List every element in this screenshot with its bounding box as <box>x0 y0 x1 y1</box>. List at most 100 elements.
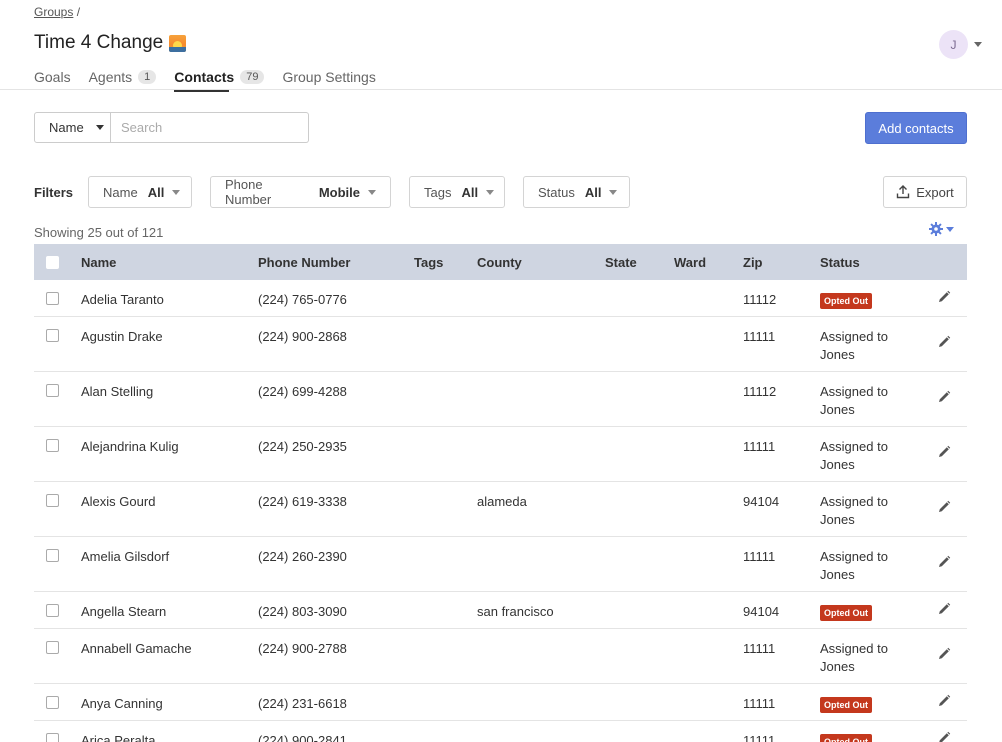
tab-agents[interactable]: Agents 1 <box>89 64 157 90</box>
column-header-county[interactable]: County <box>477 255 522 270</box>
status-badge: Opted Out <box>820 291 872 309</box>
cell-name: Adelia Taranto <box>81 292 164 307</box>
filter-status[interactable]: Status All <box>523 176 630 208</box>
status-text: Assigned to Jones <box>820 549 888 582</box>
export-label: Export <box>916 184 954 200</box>
opted-out-badge: Opted Out <box>820 605 872 621</box>
tab-contacts[interactable]: Contacts 79 <box>174 64 265 92</box>
edit-pencil-icon[interactable] <box>937 335 951 349</box>
avatar[interactable]: J <box>939 30 968 59</box>
tab-count-badge: 1 <box>138 70 157 84</box>
upload-icon <box>897 185 910 199</box>
row-checkbox[interactable] <box>46 696 59 709</box>
cell-zip: 11111 <box>743 549 776 564</box>
status-badge: Opted Out <box>820 603 872 621</box>
column-header-zip[interactable]: Zip <box>743 255 763 270</box>
column-settings-button[interactable] <box>929 222 954 236</box>
edit-pencil-icon[interactable] <box>937 731 951 742</box>
page-title: Time 4 Change <box>34 32 187 54</box>
column-header-tags[interactable]: Tags <box>414 255 443 270</box>
cell-name: Amelia Gilsdorf <box>81 549 170 564</box>
search-field-select[interactable]: Name <box>34 112 111 143</box>
filter-status-label: Status <box>538 184 575 200</box>
contacts-table: Name Phone Number Tags County State Ward… <box>34 244 967 742</box>
filter-status-value: All <box>584 184 602 200</box>
row-checkbox[interactable] <box>46 494 59 507</box>
row-checkbox[interactable] <box>46 384 59 397</box>
filter-name[interactable]: Name All <box>88 176 192 208</box>
status-badge: Opted Out <box>820 695 872 713</box>
cell-phone: (224) 900-2841 <box>258 733 347 742</box>
row-checkbox[interactable] <box>46 292 59 305</box>
chevron-down-icon <box>96 125 104 130</box>
breadcrumb-link-groups[interactable]: Groups <box>34 5 73 19</box>
cell-zip: 11111 <box>743 696 776 711</box>
chevron-down-icon <box>368 189 376 195</box>
filter-phone-number[interactable]: Phone Number Mobile <box>210 176 391 208</box>
cell-zip: 11111 <box>743 641 776 656</box>
edit-pencil-icon[interactable] <box>937 555 951 569</box>
table-row[interactable]: Adelia Taranto (224) 765-0776 11112 Opted O… <box>34 280 967 317</box>
chevron-down-icon[interactable] <box>974 42 982 47</box>
filter-name-label: Name <box>103 184 138 200</box>
cell-phone: (224) 250-2935 <box>258 439 347 454</box>
table-row[interactable]: Angella Stearn (224) 803-3090 san francisc… <box>34 592 967 629</box>
user-menu[interactable]: J <box>939 30 982 59</box>
column-header-ward[interactable]: Ward <box>674 255 706 270</box>
cell-name: Alejandrina Kulig <box>81 439 179 454</box>
tab-label: Contacts <box>174 69 235 85</box>
table-row[interactable]: Amelia Gilsdorf (224) 260-2390 11111 Assign… <box>34 537 967 592</box>
edit-pencil-icon[interactable] <box>937 445 951 459</box>
table-row[interactable]: Alan Stelling (224) 699-4288 11112 Assigned… <box>34 372 967 427</box>
table-row[interactable]: Arica Peralta (224) 900-2841 11111 Opted Ou… <box>34 721 967 742</box>
table-row[interactable]: Alejandrina Kulig (224) 250-2935 11111 Assi… <box>34 427 967 482</box>
cell-phone: (224) 260-2390 <box>258 549 347 564</box>
table-row[interactable]: Agustin Drake (224) 900-2868 11111 Assigned… <box>34 317 967 372</box>
edit-pencil-icon[interactable] <box>937 694 951 708</box>
status-text: Assigned to Jones <box>820 494 888 527</box>
cell-zip: 11111 <box>743 329 776 344</box>
search-field-value: Name <box>49 120 84 135</box>
breadcrumb: Groups / <box>34 5 80 19</box>
table-row[interactable]: Annabell Gamache (224) 900-2788 11111 Assig… <box>34 629 967 684</box>
add-contacts-button[interactable]: Add contacts <box>865 112 967 144</box>
filter-tags-value: All <box>461 184 479 200</box>
cell-phone: (224) 231-6618 <box>258 696 347 711</box>
edit-pencil-icon[interactable] <box>937 500 951 514</box>
edit-pencil-icon[interactable] <box>937 647 951 661</box>
edit-pencil-icon[interactable] <box>937 290 951 304</box>
tabs-divider <box>0 89 1002 90</box>
cell-phone: (224) 619-3338 <box>258 494 347 509</box>
row-checkbox[interactable] <box>46 733 59 742</box>
row-checkbox[interactable] <box>46 641 59 654</box>
status-text: Assigned to Jones <box>820 641 888 674</box>
edit-pencil-icon[interactable] <box>937 602 951 616</box>
export-button[interactable]: Export <box>883 176 967 208</box>
column-header-status[interactable]: Status <box>820 255 860 270</box>
cell-name: Alan Stelling <box>81 384 154 399</box>
row-checkbox[interactable] <box>46 329 59 342</box>
opted-out-badge: Opted Out <box>820 293 872 309</box>
status-badge: Opted Out <box>820 732 872 742</box>
select-all-checkbox[interactable] <box>46 256 59 269</box>
cell-name: Alexis Gourd <box>81 494 156 509</box>
row-checkbox[interactable] <box>46 604 59 617</box>
tab-label: Agents <box>88 69 133 85</box>
chevron-down-icon <box>172 189 181 195</box>
row-checkbox[interactable] <box>46 549 59 562</box>
table-row[interactable]: Alexis Gourd (224) 619-3338 alameda 94104 As… <box>34 482 967 537</box>
filter-tags[interactable]: Tags All <box>409 176 505 208</box>
tab-group-settings[interactable]: Group Settings <box>282 64 375 90</box>
search-input[interactable] <box>111 112 309 143</box>
edit-pencil-icon[interactable] <box>937 390 951 404</box>
tab-goals[interactable]: Goals <box>34 64 71 90</box>
filters-label: Filters <box>34 185 74 200</box>
row-checkbox[interactable] <box>46 439 59 452</box>
table-row[interactable]: Anya Canning (224) 231-6618 11111 Opted Out <box>34 684 967 721</box>
column-header-state[interactable]: State <box>605 255 637 270</box>
column-header-name[interactable]: Name <box>81 255 116 270</box>
column-header-phone[interactable]: Phone Number <box>258 255 350 270</box>
chevron-down-icon <box>946 226 954 232</box>
cell-zip: 94104 <box>743 494 780 509</box>
page-title-text: Time 4 Change <box>34 32 164 53</box>
